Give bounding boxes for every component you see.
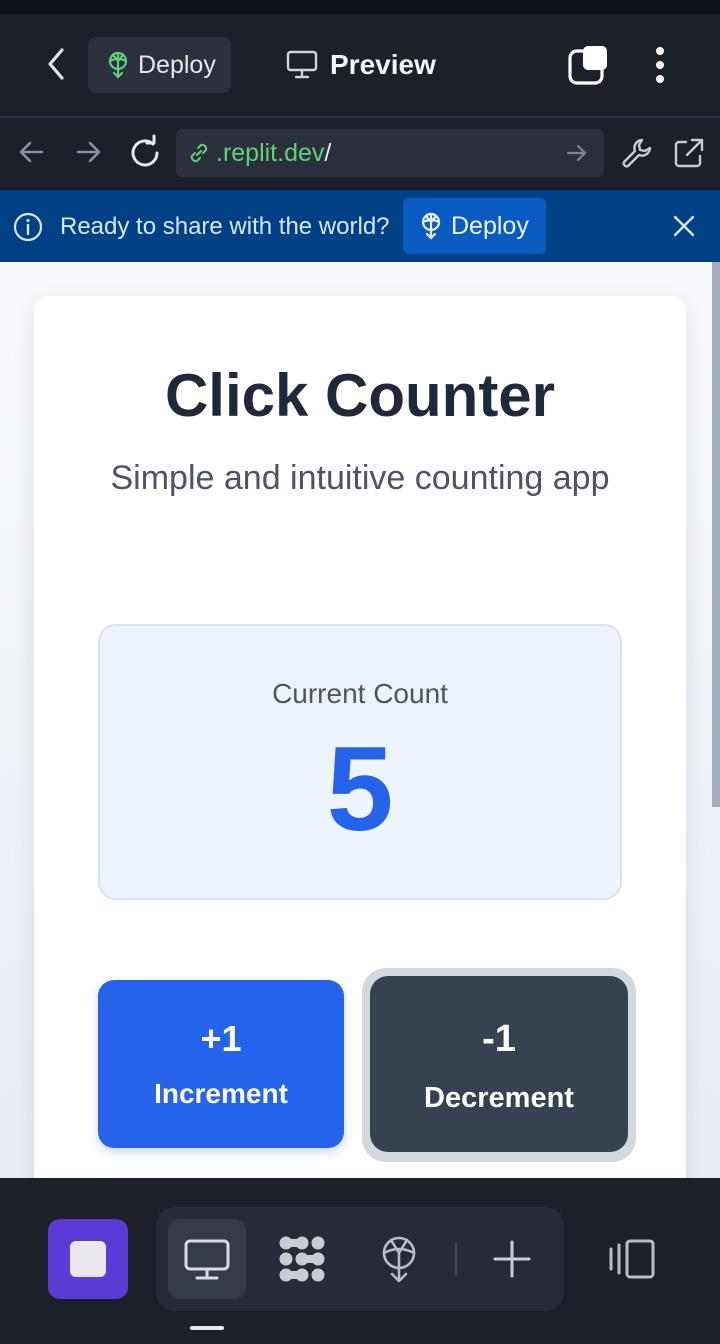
arrow-right-icon (76, 141, 101, 163)
info-icon (12, 211, 44, 243)
deploy-icon (421, 212, 441, 240)
arrow-right-icon (566, 144, 587, 162)
close-icon (673, 215, 695, 237)
count-label: Current Count (272, 678, 448, 709)
preview-scrollbar[interactable] (712, 262, 720, 807)
count-value: 5 (326, 722, 394, 856)
app-subtitle: Simple and intuitive counting app (110, 459, 610, 497)
decrement-value: -1 (482, 1018, 516, 1060)
dock-separator (455, 1243, 457, 1275)
decrement-button[interactable]: -1 Decrement (370, 976, 628, 1152)
status-strip (0, 0, 720, 14)
panels-icon (609, 1239, 655, 1279)
reload-button[interactable] (126, 134, 164, 172)
stop-button[interactable] (48, 1219, 128, 1299)
back-button[interactable] (36, 36, 76, 92)
arrow-left-icon (19, 141, 44, 163)
banner-deploy-label: Deploy (451, 211, 529, 240)
app-title: Click Counter (164, 362, 556, 429)
browser-back-button[interactable] (14, 134, 50, 170)
go-button[interactable] (562, 138, 592, 168)
increment-label: Increment (154, 1078, 288, 1109)
deploy-icon (108, 51, 128, 79)
home-indicator (190, 1326, 224, 1330)
banner-message: Ready to share with the world? (60, 213, 390, 240)
increment-button[interactable]: +1 Increment (98, 980, 344, 1148)
dock-deploy-button[interactable] (371, 1231, 427, 1287)
more-options-button[interactable] (640, 40, 680, 90)
dock-workflows-button[interactable] (274, 1231, 330, 1287)
monitor-icon (286, 50, 318, 79)
deploy-button-label: Deploy (138, 50, 216, 79)
kebab-icon (656, 47, 664, 83)
deploy-button[interactable]: Deploy (88, 37, 231, 93)
panels-button[interactable] (603, 1231, 659, 1287)
decrement-label: Decrement (424, 1082, 574, 1114)
preview-tab-label: Preview (330, 49, 436, 80)
chevron-left-icon (48, 48, 64, 80)
monitor-icon (184, 1239, 230, 1280)
workflow-icon (279, 1236, 325, 1282)
open-in-new-tab-button[interactable] (670, 134, 708, 172)
plus-icon (493, 1240, 531, 1278)
preview-tab[interactable]: Preview (286, 40, 436, 90)
stop-icon (70, 1241, 106, 1277)
reload-icon (131, 134, 159, 167)
banner-close-button[interactable] (670, 212, 698, 240)
link-icon (190, 143, 208, 163)
dock-add-button[interactable] (484, 1231, 540, 1287)
increment-value: +1 (200, 1018, 242, 1059)
url-domain: .replit.dev (216, 138, 325, 167)
deploy-icon (382, 1236, 416, 1283)
url-field[interactable]: .replit.dev / (176, 129, 604, 177)
devtools-button[interactable] (618, 134, 656, 172)
url-path: / (324, 138, 332, 167)
wrench-icon (622, 138, 652, 168)
dock-preview-button[interactable] (179, 1231, 235, 1287)
browser-forward-button[interactable] (70, 134, 106, 170)
banner-deploy-button[interactable]: Deploy (403, 198, 546, 254)
tabs-icon (568, 46, 607, 85)
external-link-icon (674, 138, 704, 168)
tabs-button[interactable] (564, 40, 614, 90)
